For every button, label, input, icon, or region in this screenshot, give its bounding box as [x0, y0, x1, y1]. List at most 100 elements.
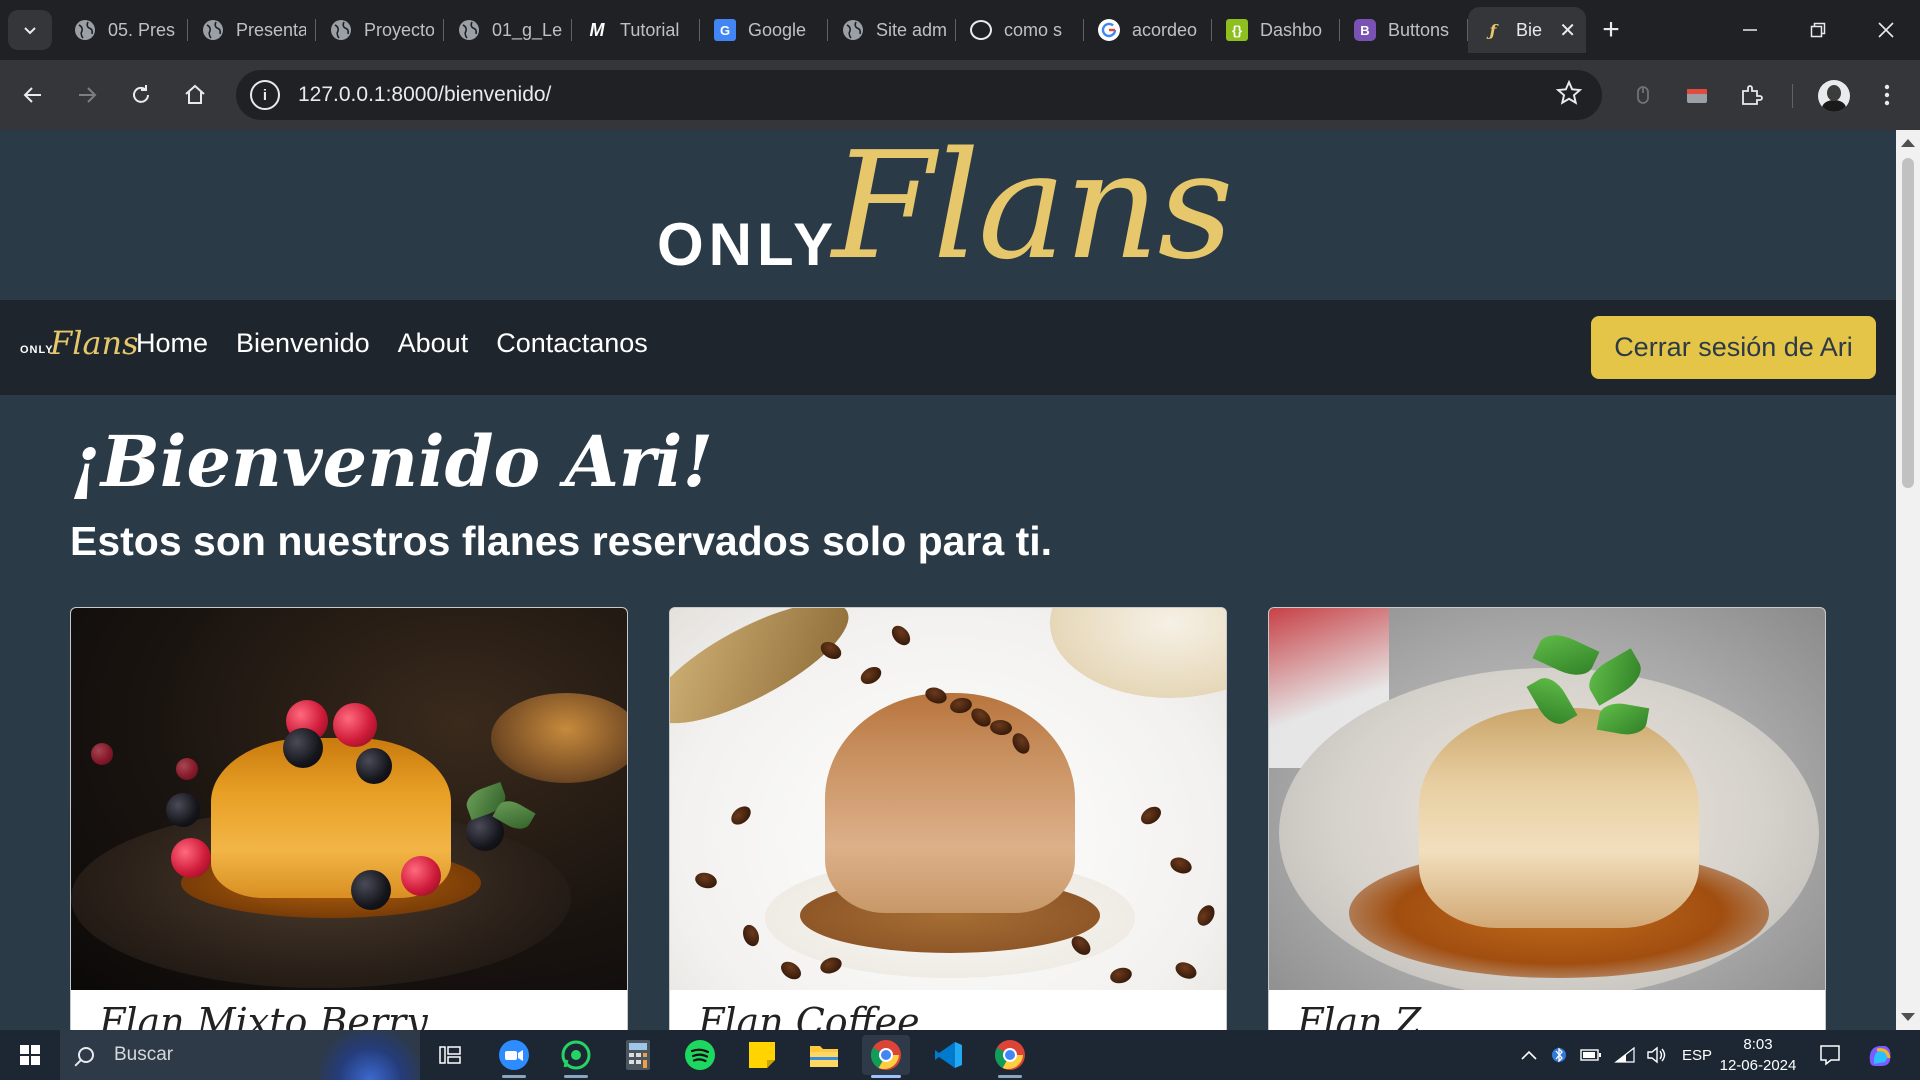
taskbar-calculator[interactable] [614, 1035, 662, 1075]
page-scrollbar[interactable] [1896, 130, 1920, 1030]
scroll-up-arrow-icon[interactable] [1901, 139, 1915, 147]
language-indicator[interactable]: ESP [1682, 1047, 1712, 1064]
battery-icon[interactable] [1580, 1048, 1602, 1062]
tab-8[interactable]: acordeo [1084, 7, 1212, 53]
chevron-up-icon[interactable] [1520, 1048, 1538, 1062]
taskbar-spotify[interactable] [676, 1035, 724, 1075]
task-view-button[interactable] [426, 1035, 474, 1075]
bookmark-star-icon[interactable] [1556, 80, 1582, 106]
brand-only-text: ONLY [20, 344, 54, 356]
card-title: Flan Z [1297, 1000, 1422, 1030]
taskbar-vscode[interactable] [924, 1035, 972, 1075]
tab-5[interactable]: G Google [700, 7, 828, 53]
page-subtitle: Estos son nuestros flanes reservados sol… [70, 518, 1053, 564]
copilot-icon [1869, 1046, 1891, 1066]
taskbar-chrome-active[interactable] [862, 1035, 910, 1078]
taskbar-search[interactable]: Buscar [60, 1030, 420, 1080]
tab-list: 05. Pres Presenta Proyecto 01_g_Le M Tutorial… [60, 7, 1636, 53]
calculator-icon [626, 1040, 650, 1070]
extensions-button[interactable] [1730, 74, 1772, 116]
site-navbar: ONLY Flans Home Bienvenido About Contact… [0, 300, 1896, 395]
nav-link-bienvenido[interactable]: Bienvenido [236, 328, 370, 359]
taskbar-file-explorer[interactable] [800, 1035, 848, 1075]
search-highlight-art [320, 1030, 420, 1080]
globe-icon [74, 19, 96, 41]
bluetooth-icon[interactable] [1552, 1045, 1566, 1065]
tab-title: Dashbo [1260, 19, 1323, 40]
tab-11[interactable]: ƒ Bie ✕ [1468, 7, 1586, 53]
nav-link-home[interactable]: Home [136, 328, 208, 359]
wifi-icon[interactable] [1614, 1046, 1636, 1064]
logo-flans-text: Flans [832, 130, 1234, 292]
globe-icon [202, 19, 224, 41]
taskbar-whatsapp[interactable] [552, 1035, 600, 1078]
clock-date: 12-06-2024 [1719, 1057, 1797, 1074]
tab-title: Bie [1516, 19, 1543, 40]
chrome-icon [994, 1040, 1025, 1070]
sticky-notes-icon [749, 1042, 775, 1068]
tab-1[interactable]: Presenta [188, 7, 316, 53]
volume-icon[interactable] [1646, 1046, 1668, 1064]
navbar-brand-logo[interactable]: ONLY Flans [20, 324, 139, 364]
system-clock[interactable]: 8:03 12-06-2024 [1716, 1034, 1800, 1076]
site-info-icon[interactable]: i [250, 80, 280, 110]
taskbar-sticky-notes[interactable] [738, 1035, 786, 1075]
close-window-button[interactable] [1852, 0, 1920, 60]
copilot-button[interactable] [1856, 1035, 1904, 1075]
scrollbar-thumb[interactable] [1902, 158, 1914, 488]
product-card[interactable]: Flan Mixto Berry [70, 607, 628, 1030]
home-button[interactable] [174, 74, 216, 116]
tab-title: Buttons [1388, 19, 1450, 40]
logout-button[interactable]: Cerrar sesión de Ari [1591, 316, 1876, 379]
nav-link-contactanos[interactable]: Contactanos [496, 328, 648, 359]
tab-10[interactable]: B Buttons [1340, 7, 1468, 53]
notifications-button[interactable] [1806, 1035, 1854, 1075]
vscode-icon [935, 1042, 962, 1068]
tab-title: 05. Pres [108, 19, 176, 40]
tab-2[interactable]: Proyecto [316, 7, 444, 53]
google-icon [1098, 19, 1120, 41]
restore-button[interactable] [1784, 0, 1852, 60]
extension-mouse-button[interactable] [1622, 74, 1664, 116]
google-translate-icon: G [714, 19, 736, 41]
flan-berry-image [71, 608, 627, 990]
windows-start-button[interactable] [8, 1038, 52, 1072]
whatsapp-icon [561, 1040, 591, 1070]
flan-mint-image [1269, 608, 1825, 990]
wallet-icon [1687, 89, 1707, 103]
tab-7[interactable]: como s [956, 7, 1084, 53]
zoom-icon [499, 1040, 529, 1070]
forward-button[interactable] [66, 74, 108, 116]
tab-4[interactable]: M Tutorial [572, 7, 700, 53]
extension-wallet-button[interactable] [1676, 74, 1718, 116]
tab-search-button[interactable] [8, 10, 52, 50]
nav-link-about[interactable]: About [398, 328, 469, 359]
restore-icon [1810, 22, 1826, 38]
product-card[interactable]: Flan Coffee [669, 607, 1227, 1030]
taskbar-chrome-secondary[interactable] [986, 1035, 1034, 1078]
taskbar-zoom[interactable] [490, 1035, 538, 1078]
back-button[interactable] [12, 74, 54, 116]
folder-icon [810, 1046, 838, 1067]
tab-0[interactable]: 05. Pres [60, 7, 188, 53]
browser-menu-button[interactable] [1866, 74, 1908, 116]
card-title: Flan Mixto Berry [99, 1000, 428, 1030]
url-text[interactable]: 127.0.0.1:8000/bienvenido/ [298, 83, 551, 107]
minimize-button[interactable] [1716, 0, 1784, 60]
tab-title: Presenta [236, 19, 306, 40]
tab-title: Site adm [876, 19, 946, 40]
reload-icon [133, 85, 149, 103]
product-card[interactable]: Flan Z [1268, 607, 1826, 1030]
close-tab-icon[interactable]: ✕ [1559, 18, 1576, 43]
tab-6[interactable]: Site adm [828, 7, 956, 53]
tab-9[interactable]: {} Dashbo [1212, 7, 1340, 53]
tab-3[interactable]: 01_g_Le [444, 7, 572, 53]
new-tab-button[interactable]: + [1586, 7, 1636, 53]
globe-icon [842, 19, 864, 41]
reload-button[interactable] [120, 74, 162, 116]
profile-avatar[interactable] [1818, 80, 1850, 112]
curly-braces-icon: {} [1226, 19, 1248, 41]
address-bar[interactable]: i 127.0.0.1:8000/bienvenido/ [236, 70, 1602, 120]
scroll-down-arrow-icon[interactable] [1901, 1013, 1915, 1021]
tab-title: como s [1004, 19, 1063, 40]
